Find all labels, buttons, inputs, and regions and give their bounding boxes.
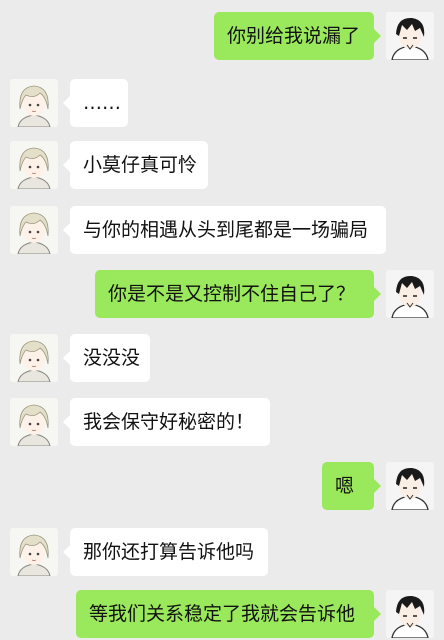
girl-avatar[interactable]: [10, 141, 58, 189]
boy-avatar[interactable]: [386, 270, 434, 318]
incoming-message-bubble[interactable]: 与你的相遇从头到尾都是一场骗局: [63, 206, 386, 254]
outgoing-message-bubble[interactable]: 你是不是又控制不住自己了？: [95, 270, 381, 318]
incoming-message-bubble[interactable]: 那你还打算告诉他吗: [63, 528, 268, 576]
outgoing-message-bubble[interactable]: 你别给我说漏了: [214, 12, 381, 60]
incoming-message-bubble[interactable]: 我会保守好秘密的！: [63, 398, 270, 446]
outgoing-message-bubble[interactable]: 嗯: [322, 462, 381, 510]
outgoing-message-bubble[interactable]: 等我们关系稳定了我就会告诉他: [76, 590, 381, 638]
incoming-message-bubble[interactable]: ……: [63, 79, 128, 127]
girl-avatar[interactable]: [10, 398, 58, 446]
girl-avatar[interactable]: [10, 334, 58, 382]
boy-avatar[interactable]: [386, 12, 434, 60]
incoming-message-bubble[interactable]: 小莫仔真可怜: [63, 141, 208, 189]
boy-avatar[interactable]: [386, 462, 434, 510]
girl-avatar[interactable]: [10, 528, 58, 576]
boy-avatar[interactable]: [386, 590, 434, 638]
incoming-message-bubble[interactable]: 没没没: [63, 334, 150, 382]
girl-avatar[interactable]: [10, 206, 58, 254]
girl-avatar[interactable]: [10, 79, 58, 127]
